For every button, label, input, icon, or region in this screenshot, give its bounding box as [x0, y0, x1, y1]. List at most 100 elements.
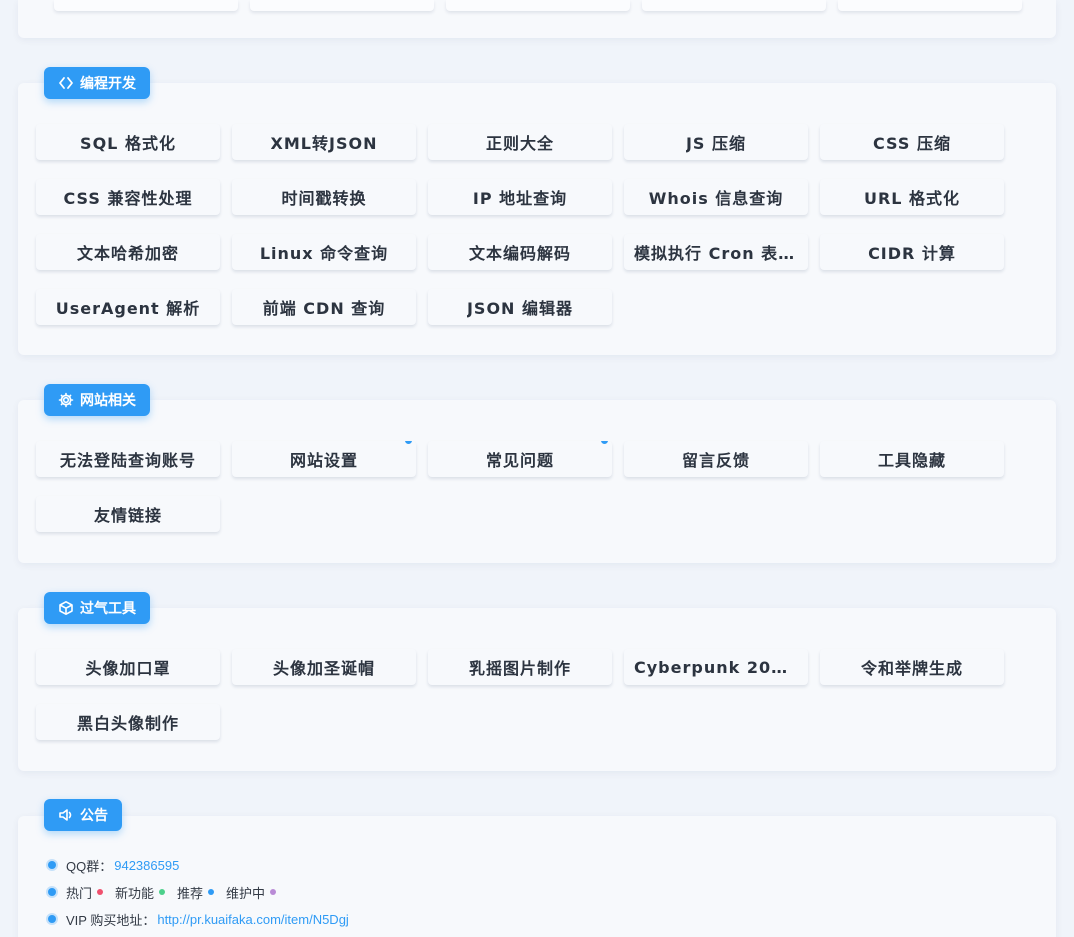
tool-button[interactable]: 网站设置	[232, 441, 416, 477]
tool-label: CSS 兼容性处理	[63, 189, 193, 208]
tool-label: 时间戳转换	[281, 189, 367, 208]
tool-button[interactable]: UserAgent 解析	[36, 289, 220, 325]
section-title-notice: 公告	[44, 799, 122, 831]
notice-legend: 热门 新功能 推荐 维护中	[48, 883, 349, 901]
legend-item: 新功能	[115, 883, 166, 902]
legend-item: 维护中	[226, 883, 277, 902]
tool-label: 工具隐藏	[877, 451, 946, 470]
legend-label: 热门	[66, 885, 93, 901]
legend-label: 新功能	[115, 885, 155, 901]
tool-button[interactable]: 友情链接	[36, 496, 220, 532]
legend-dot-icon	[270, 889, 277, 895]
tool-label: XML转JSON	[270, 134, 378, 153]
tool-label: 友情链接	[93, 506, 162, 525]
tool-label: JSON 编辑器	[466, 299, 574, 318]
tool-label: 乳摇图片制作	[468, 659, 571, 678]
tool-button-stub[interactable]	[54, 0, 238, 11]
tool-button[interactable]: 常见问题	[428, 441, 612, 477]
tool-button[interactable]: 令和举牌生成	[820, 649, 1004, 685]
tool-button[interactable]: IP 地址查询	[428, 179, 612, 215]
tool-label: 无法登陆查询账号	[59, 451, 196, 470]
legend-item: 热门	[66, 883, 104, 902]
tool-grid-dev: SQL 格式化 XML转JSON 正则大全 JS 压缩 CSS 压缩 CSS 兼容性处理 时…	[36, 124, 1016, 325]
tool-button[interactable]: 头像加圣诞帽	[232, 649, 416, 685]
section-title-text: 公告	[80, 808, 108, 824]
tool-button[interactable]: 文本编码解码	[428, 234, 612, 270]
notice-list: QQ群： 942386595 热门 新功能 推荐 维护中 VIP 购买地址： http…	[48, 856, 349, 937]
tool-label: 文本哈希加密	[76, 244, 179, 263]
tool-button[interactable]: Linux 命令查询	[232, 234, 416, 270]
tool-label: URL 格式化	[863, 189, 961, 208]
tool-button[interactable]: 黑白头像制作	[36, 704, 220, 740]
tool-grid-legacy: 头像加口罩 头像加圣诞帽 乳摇图片制作 Cyberpunk 2077... 令和举牌生成…	[36, 649, 1016, 740]
cube-icon	[59, 601, 73, 615]
tool-label: CSS 压缩	[873, 134, 951, 153]
section-title-text: 编程开发	[80, 76, 136, 92]
bullet-icon	[48, 888, 56, 896]
tool-label: 常见问题	[485, 451, 554, 470]
speaker-icon	[59, 809, 72, 821]
section-title-text: 过气工具	[80, 601, 136, 617]
tool-label: 黑白头像制作	[76, 714, 179, 733]
tool-button[interactable]: 文本哈希加密	[36, 234, 220, 270]
tool-button[interactable]: 模拟执行 Cron 表...	[624, 234, 808, 270]
tool-button[interactable]: 乳摇图片制作	[428, 649, 612, 685]
tool-button[interactable]: 正则大全	[428, 124, 612, 160]
tool-label: 头像加圣诞帽	[272, 659, 375, 678]
tool-label: Linux 命令查询	[259, 244, 389, 263]
badge-dot-icon	[405, 441, 412, 444]
legend-label: 推荐	[177, 885, 204, 901]
tool-button[interactable]: 前端 CDN 查询	[232, 289, 416, 325]
tool-button-stub[interactable]	[642, 0, 826, 11]
tool-button[interactable]: Whois 信息查询	[624, 179, 808, 215]
tool-label: 令和举牌生成	[860, 659, 963, 678]
section-title-text: 网站相关	[80, 393, 136, 409]
tool-button[interactable]: 工具隐藏	[820, 441, 1004, 477]
tool-button[interactable]: JS 压缩	[624, 124, 808, 160]
section-title-legacy: 过气工具	[44, 592, 150, 624]
vip-purchase-link[interactable]: http://pr.kuaifaka.com/item/N5Dgj	[157, 912, 348, 927]
tool-label: 留言反馈	[681, 451, 750, 470]
tool-button[interactable]: 头像加口罩	[36, 649, 220, 685]
tool-label: IP 地址查询	[472, 189, 568, 208]
gear-icon	[58, 392, 74, 408]
tool-label: CIDR 计算	[868, 244, 956, 263]
tool-button[interactable]: 留言反馈	[624, 441, 808, 477]
notice-qq: QQ群： 942386595	[48, 856, 349, 874]
bullet-icon	[48, 861, 56, 869]
tool-button[interactable]: CSS 压缩	[820, 124, 1004, 160]
tool-label: SQL 格式化	[80, 134, 176, 153]
tool-button[interactable]: 无法登陆查询账号	[36, 441, 220, 477]
legend-item: 推荐	[177, 883, 215, 902]
tool-button[interactable]: Cyberpunk 2077...	[624, 649, 808, 685]
legend-dot-icon	[97, 889, 104, 895]
section-title-site: 网站相关	[44, 384, 150, 416]
tool-label: UserAgent 解析	[55, 299, 201, 318]
tool-button-stub[interactable]	[446, 0, 630, 11]
bullet-icon	[48, 915, 56, 923]
notice-vip: VIP 购买地址： http://pr.kuaifaka.com/item/N5…	[48, 910, 349, 928]
tool-label: 头像加口罩	[85, 659, 171, 678]
tool-label: 前端 CDN 查询	[262, 299, 386, 318]
qq-group-link[interactable]: 942386595	[114, 858, 179, 873]
tool-label: Cyberpunk 2077...	[634, 657, 798, 677]
tool-grid-site: 无法登陆查询账号 网站设置 常见问题 留言反馈 工具隐藏友情链接	[36, 441, 1016, 532]
legend-label: 维护中	[226, 885, 266, 901]
tool-label: 正则大全	[485, 134, 554, 153]
previous-section-card	[18, 0, 1056, 38]
badge-dot-icon	[601, 441, 608, 444]
tool-button[interactable]: 时间戳转换	[232, 179, 416, 215]
tool-button[interactable]: JSON 编辑器	[428, 289, 612, 325]
tool-button[interactable]: CIDR 计算	[820, 234, 1004, 270]
tool-button[interactable]: XML转JSON	[232, 124, 416, 160]
tool-button[interactable]: CSS 兼容性处理	[36, 179, 220, 215]
tool-button[interactable]: URL 格式化	[820, 179, 1004, 215]
tool-label: 网站设置	[289, 451, 358, 470]
section-title-dev: 编程开发	[44, 67, 150, 99]
tool-button-stub[interactable]	[838, 0, 1022, 11]
tool-label: JS 压缩	[685, 134, 747, 153]
tool-button[interactable]: SQL 格式化	[36, 124, 220, 160]
legend-dot-icon	[159, 889, 166, 895]
tool-button-stub[interactable]	[250, 0, 434, 11]
code-icon	[59, 77, 73, 89]
